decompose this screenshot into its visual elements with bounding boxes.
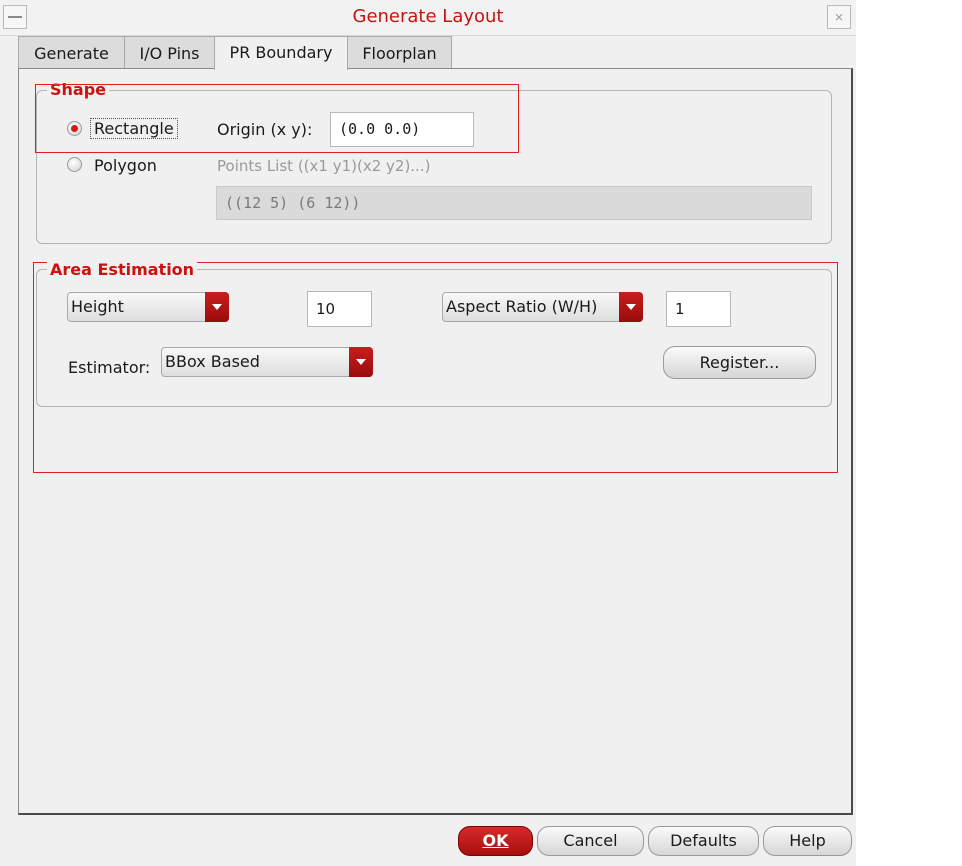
dimension-select[interactable]: Height: [67, 292, 229, 322]
close-icon[interactable]: ⨯: [827, 5, 851, 29]
origin-input[interactable]: (0.0 0.0): [330, 112, 474, 147]
polygon-label[interactable]: Polygon: [94, 156, 157, 175]
cancel-button[interactable]: Cancel: [537, 826, 644, 856]
generate-layout-window: Generate Layout ⨯ Generate I/O Pins PR B…: [0, 0, 856, 866]
dimension-value-input[interactable]: 10: [307, 291, 372, 327]
origin-label: Origin (x y):: [217, 120, 313, 139]
ok-button-label: OK: [482, 831, 509, 850]
register-button[interactable]: Register...: [663, 346, 816, 379]
area-estimation-group: [36, 269, 832, 407]
aspect-ratio-select-value: Aspect Ratio (W/H): [446, 297, 598, 316]
window-title: Generate Layout: [352, 6, 504, 27]
points-list-label: Points List ((x1 y1)(x2 y2)...): [217, 157, 431, 175]
estimator-label: Estimator:: [68, 358, 151, 377]
polygon-radio[interactable]: [67, 157, 82, 172]
chevron-down-icon: [349, 347, 373, 377]
ok-button[interactable]: OK: [458, 826, 533, 856]
rectangle-label[interactable]: Rectangle: [90, 118, 178, 139]
estimator-select-value: BBox Based: [165, 352, 260, 371]
tab-pr-boundary[interactable]: PR Boundary: [214, 36, 348, 70]
defaults-button[interactable]: Defaults: [648, 826, 759, 856]
points-list-input[interactable]: ((12 5) (6 12)): [216, 186, 812, 220]
help-button[interactable]: Help: [763, 826, 852, 856]
dimension-select-value: Height: [71, 297, 124, 316]
title-bar: Generate Layout ⨯: [0, 0, 856, 36]
chevron-down-icon: [619, 292, 643, 322]
chevron-down-icon: [205, 292, 229, 322]
tab-floorplan[interactable]: Floorplan: [347, 36, 452, 68]
aspect-ratio-input[interactable]: 1: [666, 291, 731, 327]
aspect-ratio-select[interactable]: Aspect Ratio (W/H): [442, 292, 643, 322]
tab-io-pins[interactable]: I/O Pins: [124, 36, 215, 68]
estimator-select[interactable]: BBox Based: [161, 347, 373, 377]
tab-generate[interactable]: Generate: [18, 36, 125, 68]
rectangle-radio[interactable]: [67, 121, 82, 136]
area-estimation-legend: Area Estimation: [47, 261, 198, 279]
